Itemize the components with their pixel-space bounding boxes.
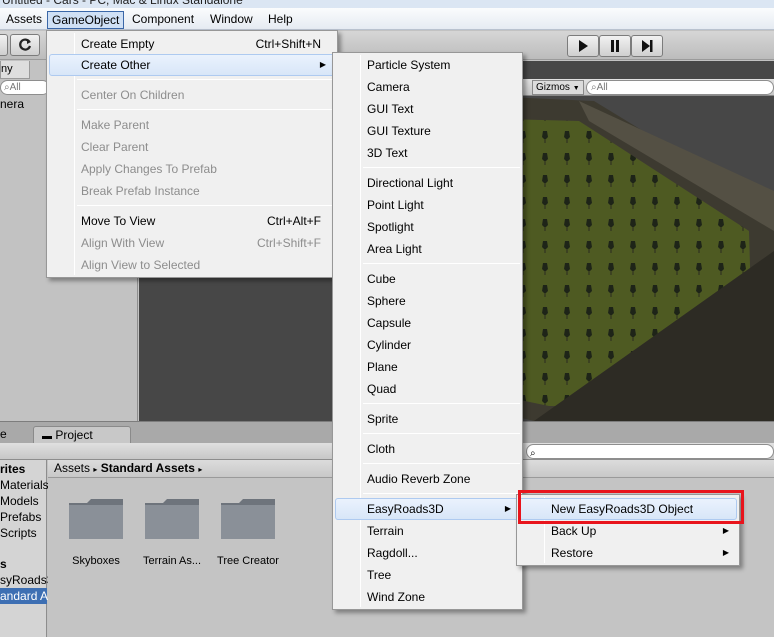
menu-item-label: Create Empty — [81, 37, 155, 51]
menu-item-3d-text[interactable]: 3D Text — [335, 142, 520, 164]
pause-icon — [611, 40, 619, 52]
menu-item-sphere[interactable]: Sphere — [335, 290, 520, 312]
tree-item-easyroads3d[interactable]: syRoads3 — [0, 573, 53, 587]
gizmos-label: Gizmos — [536, 82, 570, 93]
highlight-annotation-box — [518, 490, 744, 524]
pause-button[interactable] — [599, 35, 631, 57]
gizmos-dropdown[interactable]: Gizmos ▼ — [532, 80, 584, 95]
menu-item-make-parent[interactable]: Make Parent — [49, 114, 335, 136]
submenu-arrow-icon: ▶ — [504, 504, 511, 513]
menu-item-terrain[interactable]: Terrain — [335, 520, 520, 542]
folder-label-tree-creator: Tree Creator — [217, 555, 279, 567]
submenu-arrow-icon: ▶ — [319, 60, 326, 69]
shortcut-label: Ctrl+Alt+F — [266, 214, 321, 228]
hierarchy-search-input[interactable]: ⌕All — [0, 80, 50, 95]
submenu-arrow-icon: ▶ — [722, 548, 729, 557]
menubar: Assets GameObject Component Window Help — [0, 8, 774, 30]
project-tab-label: Project — [55, 428, 93, 442]
menu-item-break-prefab-instance[interactable]: Break Prefab Instance — [49, 180, 335, 202]
menu-item-quad[interactable]: Quad — [335, 378, 520, 400]
window-title: Untitled - Cars - PC, Mac & Linux Standa… — [0, 0, 774, 8]
folder-icon[interactable] — [143, 497, 201, 541]
menu-item-easyroads3d[interactable]: EasyRoads3D ▶ — [335, 498, 520, 520]
menu-item-create-other[interactable]: Create Other ▶ — [49, 54, 335, 76]
menu-item-ragdoll[interactable]: Ragdoll... — [335, 542, 520, 564]
menu-window[interactable]: Window — [206, 11, 257, 29]
create-other-menu: Particle System Camera GUI Text GUI Text… — [332, 52, 523, 610]
menu-item-gui-texture[interactable]: GUI Texture — [335, 120, 520, 142]
shortcut-label: Ctrl+Shift+N — [255, 37, 321, 51]
menu-item-tree[interactable]: Tree — [335, 564, 520, 586]
menu-item-restore[interactable]: Restore ▶ — [519, 542, 737, 564]
menu-item-align-with-view[interactable]: Align With View Ctrl+Shift+F — [49, 232, 335, 254]
menu-item-gui-text[interactable]: GUI Text — [335, 98, 520, 120]
step-button[interactable] — [631, 35, 663, 57]
scene-search-placeholder: All — [596, 82, 608, 93]
search-icon: ⌕ — [530, 448, 536, 459]
menu-component[interactable]: Component — [128, 11, 198, 29]
breadcrumb-assets[interactable]: Assets — [54, 461, 90, 475]
tree-item-models[interactable]: Models — [0, 494, 39, 508]
shortcut-label: Ctrl+Shift+F — [256, 236, 321, 250]
chevron-right-icon: ▸ — [198, 465, 203, 474]
breadcrumb-standard-assets[interactable]: Standard Assets — [101, 461, 195, 475]
menu-item-label: EasyRoads3D — [367, 502, 444, 516]
hierarchy-item-camera[interactable]: nera — [0, 97, 24, 111]
menu-item-point-light[interactable]: Point Light — [335, 194, 520, 216]
tree-item-prefabs[interactable]: Prefabs — [0, 510, 41, 524]
folder-label-terrain-assets: Terrain As... — [142, 555, 202, 567]
refresh-icon — [19, 38, 32, 51]
chevron-right-icon: ▸ — [93, 465, 98, 474]
menu-item-label: Create Other — [81, 58, 151, 72]
tab-console[interactable]: e — [0, 427, 7, 441]
menu-item-spotlight[interactable]: Spotlight — [335, 216, 520, 238]
play-button[interactable] — [567, 35, 599, 57]
menu-item-plane[interactable]: Plane — [335, 356, 520, 378]
scene-search-input[interactable]: ⌕All — [586, 80, 774, 95]
menu-item-center-on-children[interactable]: Center On Children — [49, 84, 335, 106]
menu-item-create-empty[interactable]: Create Empty Ctrl+Shift+N — [49, 33, 335, 55]
tool-button-partial[interactable] — [0, 34, 8, 56]
menu-item-directional-light[interactable]: Directional Light — [335, 172, 520, 194]
folder-icon: ▬ — [42, 431, 52, 442]
menu-gameobject[interactable]: GameObject — [47, 11, 125, 29]
menu-item-cube[interactable]: Cube — [335, 268, 520, 290]
folder-icon[interactable] — [67, 497, 125, 541]
hierarchy-search-placeholder: All — [9, 82, 21, 93]
menu-item-label: Move To View — [81, 214, 156, 228]
tree-item-scripts[interactable]: Scripts — [0, 526, 37, 540]
menu-item-cloth[interactable]: Cloth — [335, 438, 520, 460]
menu-item-capsule[interactable]: Capsule — [335, 312, 520, 334]
gameobject-menu: Create Empty Ctrl+Shift+N Create Other ▶ C… — [46, 30, 338, 278]
tab-hierarchy[interactable]: ny — [0, 61, 30, 79]
folder-label-skyboxes: Skyboxes — [72, 555, 120, 567]
menu-item-audio-reverb-zone[interactable]: Audio Reverb Zone — [335, 468, 520, 490]
menu-item-clear-parent[interactable]: Clear Parent — [49, 136, 335, 158]
menu-item-move-to-view[interactable]: Move To View Ctrl+Alt+F — [49, 210, 335, 232]
menu-item-cylinder[interactable]: Cylinder — [335, 334, 520, 356]
menu-item-camera[interactable]: Camera — [335, 76, 520, 98]
tree-item-materials[interactable]: Materials — [0, 478, 49, 492]
menu-item-particle-system[interactable]: Particle System — [335, 54, 520, 76]
tree-item-standard-assets[interactable]: andard As — [0, 589, 54, 603]
menu-item-area-light[interactable]: Area Light — [335, 238, 520, 260]
menu-item-label: Back Up — [551, 524, 597, 538]
play-icon — [579, 40, 588, 52]
menu-item-apply-changes-to-prefab[interactable]: Apply Changes To Prefab — [49, 158, 335, 180]
menu-item-align-view-to-selected[interactable]: Align View to Selected — [49, 254, 335, 276]
menu-help[interactable]: Help — [264, 11, 297, 29]
folder-icon[interactable] — [219, 497, 277, 541]
tree-item-assets[interactable]: s — [0, 557, 7, 571]
tab-project[interactable]: ▬ Project — [33, 426, 131, 444]
menu-item-wind-zone[interactable]: Wind Zone — [335, 586, 520, 608]
menu-assets[interactable]: Assets — [2, 11, 46, 29]
refresh-button[interactable] — [10, 34, 40, 56]
step-icon — [642, 40, 653, 52]
tree-item-favorites[interactable]: rites — [0, 462, 25, 476]
menu-item-label: Align With View — [81, 236, 165, 250]
menu-item-sprite[interactable]: Sprite — [335, 408, 520, 430]
project-search-input[interactable]: ⌕ — [526, 444, 774, 459]
menu-item-label: Restore — [551, 546, 594, 560]
chevron-down-icon: ▼ — [572, 85, 580, 92]
